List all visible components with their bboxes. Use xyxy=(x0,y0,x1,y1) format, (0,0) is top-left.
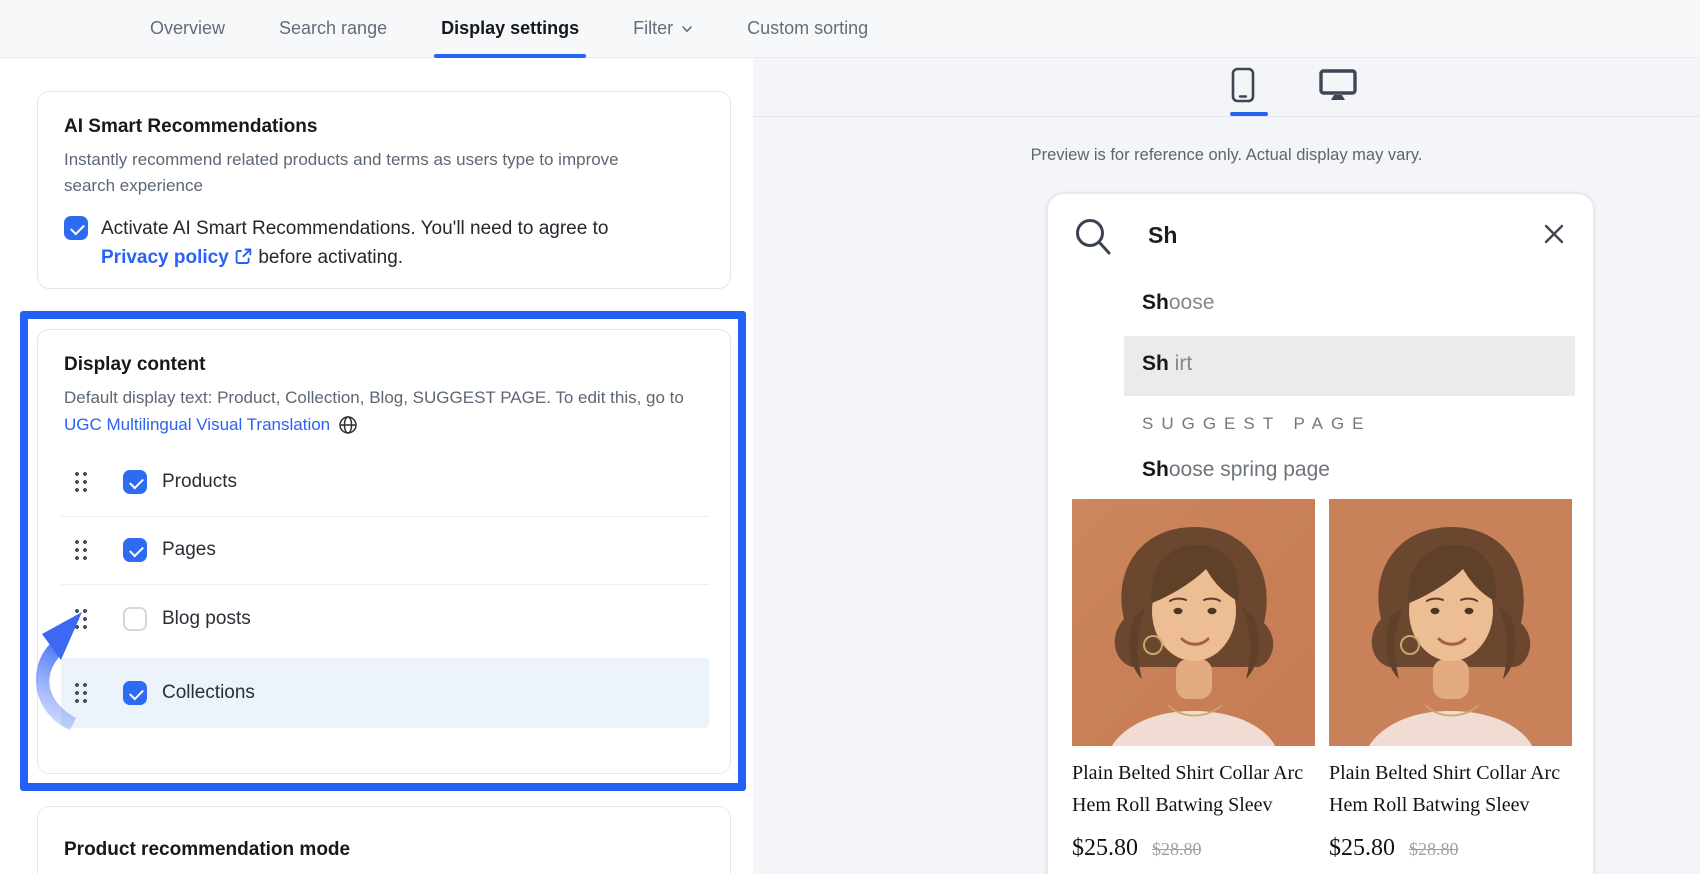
product-title-line1: Plain Belted Shirt Collar Arc xyxy=(1329,762,1561,784)
activate-text: Activate AI Smart Recommendations. You'l… xyxy=(101,214,608,273)
ai-card-description: Instantly recommend related products and… xyxy=(64,150,619,195)
suggestion-rest: irt xyxy=(1168,352,1193,375)
display-content-card: Display content Default display text: Pr… xyxy=(37,329,731,774)
tab-search-range[interactable]: Search range xyxy=(279,0,387,58)
products-checkbox[interactable] xyxy=(123,470,147,494)
display-item-label: Products xyxy=(162,471,237,492)
globe-icon xyxy=(339,415,357,434)
tab-display-settings[interactable]: Display settings xyxy=(434,0,587,58)
ai-card-title: AI Smart Recommendations xyxy=(64,116,318,137)
tab-overview[interactable]: Overview xyxy=(150,0,225,58)
suggestion-prefix: Sh xyxy=(1142,458,1169,481)
product-recommendation-mode-card: Product recommendation mode xyxy=(37,806,731,874)
drag-handle-icon[interactable] xyxy=(73,606,89,631)
model-photo-illustration xyxy=(1072,499,1315,746)
preview-search-bar: Sh xyxy=(1048,194,1593,278)
tab-filter[interactable]: Filter xyxy=(633,0,693,58)
product-card[interactable]: Plain Belted Shirt Collar Arc Hem Roll B… xyxy=(1329,499,1572,862)
activate-checkbox[interactable] xyxy=(64,216,88,240)
product-compare-price: $28.80 xyxy=(1409,839,1459,859)
ugc-link-row: UGC Multilingual Visual Translation xyxy=(64,415,704,435)
display-item-label: Collections xyxy=(162,681,255,703)
privacy-policy-link[interactable]: Privacy policy xyxy=(101,247,229,268)
product-photo xyxy=(1329,499,1572,746)
mode-card-title: Product recommendation mode xyxy=(64,839,351,860)
search-icon xyxy=(1076,219,1111,255)
suggestion-item[interactable]: Shoose spring page xyxy=(1142,458,1330,482)
tab-custom-sorting[interactable]: Custom sorting xyxy=(747,0,868,58)
search-input[interactable]: Sh xyxy=(1148,222,1177,249)
suggestion-item[interactable]: Sh irt xyxy=(1142,352,1192,376)
desktop-icon xyxy=(1319,69,1357,100)
suggestion-rest: oose xyxy=(1168,291,1215,314)
display-item-collections: Collections xyxy=(61,657,709,728)
product-title-line1: Plain Belted Shirt Collar Arc xyxy=(1072,762,1304,784)
blog-posts-checkbox[interactable] xyxy=(123,606,147,631)
product-price: $25.80 xyxy=(1329,835,1395,861)
display-card-title: Display content xyxy=(64,354,206,375)
product-title-line2: Hem Roll Batwing Sleev xyxy=(1329,794,1530,816)
display-item-products: Products xyxy=(61,449,709,517)
mobile-preview-button[interactable] xyxy=(1223,63,1263,107)
display-item-pages: Pages xyxy=(61,517,709,585)
activate-text-line: Activate AI Smart Recommendations. You'l… xyxy=(101,218,609,239)
product-photo xyxy=(1072,499,1315,746)
tab-filter-label: Filter xyxy=(633,18,674,38)
ai-smart-recommendations-card: AI Smart Recommendations Instantly recom… xyxy=(37,91,731,289)
mobile-icon xyxy=(1231,67,1255,103)
display-item-label: Pages xyxy=(162,539,216,560)
preview-note: Preview is for reference only. Actual di… xyxy=(1030,146,1423,164)
display-item-blog-posts: Blog posts xyxy=(61,585,709,653)
drag-handle-icon[interactable] xyxy=(73,470,89,494)
suggestion-item[interactable]: Shoose xyxy=(1142,291,1214,315)
product-price: $25.80 xyxy=(1072,835,1138,861)
model-photo-illustration xyxy=(1329,499,1572,746)
device-switch-bar xyxy=(753,58,1700,117)
desktop-preview-button[interactable] xyxy=(1318,63,1358,107)
close-icon[interactable] xyxy=(1540,220,1568,248)
settings-tab-bar: Overview Search range Display settings F… xyxy=(0,0,1700,58)
preview-panel: Preview is for reference only. Actual di… xyxy=(753,58,1700,874)
drag-handle-icon[interactable] xyxy=(73,538,89,562)
suggestion-prefix: Sh xyxy=(1142,291,1169,314)
suggestion-rest: oose spring page xyxy=(1168,458,1330,481)
suggestion-section-label: SUGGEST PAGE xyxy=(1142,414,1372,433)
ugc-translation-link[interactable]: UGC Multilingual Visual Translation xyxy=(64,415,330,435)
display-card-description: Default display text: Product, Collectio… xyxy=(64,388,684,407)
app-root: Overview Search range Display settings F… xyxy=(0,0,1700,874)
activate-text-suffix: before activating. xyxy=(258,247,404,269)
chevron-down-icon xyxy=(682,25,692,32)
external-link-icon xyxy=(235,248,252,265)
suggestion-prefix: Sh xyxy=(1142,352,1169,375)
display-items-list: Products Pages Blog posts Collections xyxy=(61,449,709,728)
product-compare-price: $28.80 xyxy=(1152,839,1202,859)
active-device-underline xyxy=(1230,112,1268,116)
pages-checkbox[interactable] xyxy=(123,538,147,562)
collections-checkbox[interactable] xyxy=(123,680,147,705)
product-title-line2: Hem Roll Batwing Sleev xyxy=(1072,794,1273,816)
display-item-label: Blog posts xyxy=(162,607,251,629)
activate-row: Activate AI Smart Recommendations. You'l… xyxy=(64,214,704,273)
search-preview-card: Sh Shoose Sh irt SUGGEST PAGE Shoose spr… xyxy=(1046,192,1595,874)
drag-handle-icon[interactable] xyxy=(73,680,89,705)
product-card[interactable]: Plain Belted Shirt Collar Arc Hem Roll B… xyxy=(1072,499,1315,862)
